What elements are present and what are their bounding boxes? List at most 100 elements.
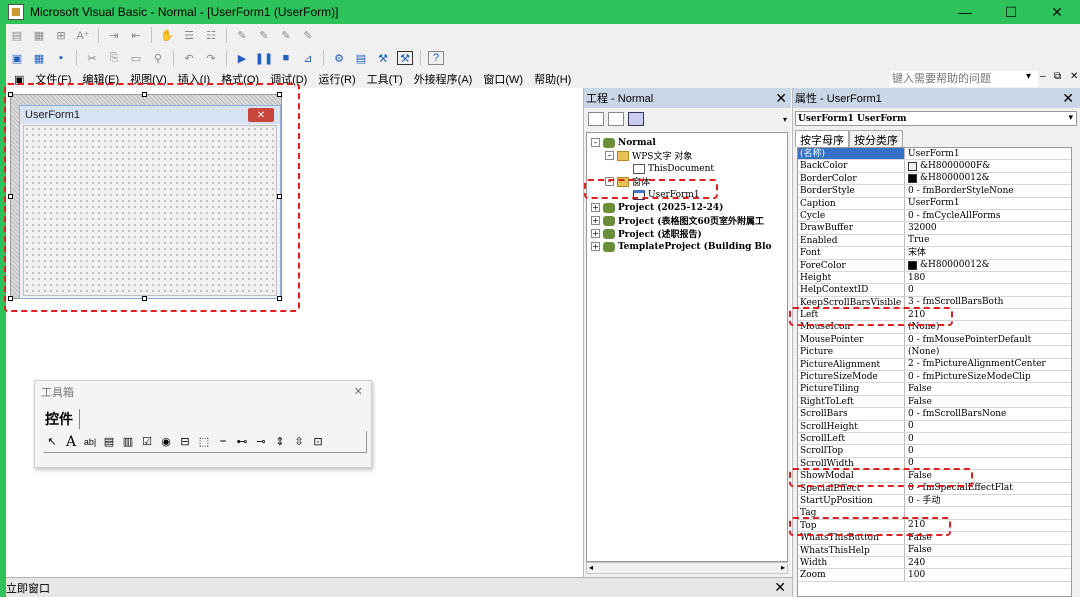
property-value[interactable]: 0 - fmPictureSizeModeClip xyxy=(905,371,1071,382)
property-value[interactable]: &H80000012& xyxy=(905,173,1071,184)
menu-addins[interactable]: 外接程序(A) xyxy=(414,71,473,87)
userform-canvas[interactable] xyxy=(23,125,277,296)
scroll-right-icon[interactable]: ▸ xyxy=(781,563,785,572)
menu-file[interactable]: 文件(F) xyxy=(35,71,71,87)
mdi-restore-icon[interactable]: ⧉ xyxy=(1054,71,1061,82)
property-value[interactable]: False xyxy=(905,532,1071,543)
minimize-button[interactable]: — xyxy=(942,0,988,24)
property-row[interactable]: BackColor &H8000000F& xyxy=(798,160,1071,173)
menu-view[interactable]: 视图(V) xyxy=(130,71,167,87)
toolbox-icon[interactable]: ⚒ xyxy=(397,51,413,65)
property-row[interactable]: WhatsThisHelp False xyxy=(798,544,1071,557)
expand-icon[interactable]: + xyxy=(591,229,600,238)
save-icon[interactable]: ▪ xyxy=(53,51,69,65)
word-view-icon[interactable]: ▣ xyxy=(14,73,24,86)
multipage-tool[interactable]: ⊸ xyxy=(252,433,270,451)
property-row[interactable]: StartUpPosition 0 - 手动 xyxy=(798,494,1071,508)
property-value[interactable]: 0 - fmBorderStyleNone xyxy=(905,185,1071,196)
property-row[interactable]: Zoom 100 xyxy=(798,569,1071,582)
property-value[interactable]: &H80000012& xyxy=(905,260,1071,271)
label-tool[interactable]: A xyxy=(62,433,80,451)
close-button[interactable]: ✕ xyxy=(1034,0,1080,24)
resize-handle[interactable] xyxy=(277,296,282,301)
tree-node-wps-objects[interactable]: – WPS文字 对象 xyxy=(605,149,692,162)
menu-run[interactable]: 运行(R) xyxy=(318,71,355,87)
paste-icon[interactable]: ▭ xyxy=(128,51,144,65)
design-mode-icon[interactable]: ⊿ xyxy=(300,51,316,65)
tree-node-project-report[interactable]: + Project (述职报告) xyxy=(591,227,702,240)
property-value[interactable]: True xyxy=(905,235,1071,246)
project-horizontal-scrollbar[interactable]: ◂ ▸ xyxy=(586,562,788,574)
property-row[interactable]: ShowModal False xyxy=(798,470,1071,483)
toolbox-window[interactable]: 工具箱 ✕ 控件 ↖ A ab| ▤ ▥ ☑ ◉ ⊟ ⬚ ⎯ ⊷ ⊸ ⇕ ⇳ ⊡ xyxy=(34,380,372,468)
toolbar-icon[interactable]: ▦ xyxy=(31,28,47,42)
mdi-close-icon[interactable]: ✕ xyxy=(1070,71,1078,82)
scrollbar-tool[interactable]: ⇕ xyxy=(271,433,289,451)
property-value[interactable]: 0 xyxy=(905,445,1071,456)
property-value[interactable]: False xyxy=(905,396,1071,407)
property-row[interactable]: (名称) UserForm1 xyxy=(798,148,1071,161)
property-value[interactable]: 2 - fmPictureAlignmentCenter xyxy=(905,359,1071,370)
redo-icon[interactable]: ↷ xyxy=(203,51,219,65)
combobox-tool[interactable]: ▤ xyxy=(100,433,118,451)
property-row[interactable]: ScrollLeft 0 xyxy=(798,432,1071,446)
property-row[interactable]: ScrollBars 0 - fmScrollBarsNone xyxy=(798,408,1071,421)
collapse-icon[interactable]: – xyxy=(591,138,600,147)
listbox-tool[interactable]: ▥ xyxy=(119,433,137,451)
mdi-minimize-icon[interactable]: – xyxy=(1040,71,1046,82)
comment-icon[interactable]: ☰ xyxy=(181,28,197,42)
property-row[interactable]: BorderStyle 0 - fmBorderStyleNone xyxy=(798,185,1071,198)
select-objects-tool[interactable]: ↖ xyxy=(43,433,61,451)
property-row[interactable]: ScrollTop 0 xyxy=(798,445,1071,458)
property-row[interactable]: MouseIcon (None) xyxy=(798,321,1071,334)
tree-node-template-project[interactable]: + TemplateProject (Building Blo xyxy=(591,240,772,253)
property-row[interactable]: Width 240 xyxy=(798,556,1071,570)
cut-icon[interactable]: ✂ xyxy=(84,51,100,65)
find-icon[interactable]: ⚲ xyxy=(150,51,166,65)
menu-format[interactable]: 格式(O) xyxy=(221,71,259,87)
breakpoint-icon[interactable]: ✋ xyxy=(159,28,175,42)
indent-icon[interactable]: ⇥ xyxy=(106,28,122,42)
property-row[interactable]: Enabled True xyxy=(798,234,1071,248)
run-icon[interactable]: ▶ xyxy=(234,51,250,65)
resize-handle[interactable] xyxy=(8,296,13,301)
chevron-down-icon[interactable]: ▾ xyxy=(1068,113,1073,123)
property-row[interactable]: ScrollWidth 0 xyxy=(798,457,1071,471)
property-row[interactable]: BorderColor &H80000012& xyxy=(798,172,1071,186)
expand-icon[interactable]: + xyxy=(591,216,600,225)
property-value[interactable]: 0 xyxy=(905,421,1071,432)
properties-window-icon[interactable]: ▤ xyxy=(353,51,369,65)
property-value[interactable]: 0 xyxy=(905,458,1071,469)
prev-bookmark-icon[interactable]: ✎ xyxy=(278,28,294,42)
expand-icon[interactable]: + xyxy=(591,203,600,212)
property-row[interactable]: ForeColor &H80000012& xyxy=(798,259,1071,272)
togglebutton-tool[interactable]: ⊟ xyxy=(176,433,194,451)
property-value[interactable]: False xyxy=(905,470,1071,481)
view-object-icon[interactable] xyxy=(608,112,624,126)
collapse-icon[interactable]: – xyxy=(605,177,614,186)
property-value[interactable]: (None) xyxy=(905,346,1071,357)
property-value[interactable]: 0 - 手动 xyxy=(905,495,1071,506)
resize-handle[interactable] xyxy=(142,92,147,97)
toggle-folders-icon[interactable] xyxy=(628,112,644,126)
property-row[interactable]: Left 210 xyxy=(798,309,1071,322)
toolbar-icon[interactable]: A⁺ xyxy=(75,28,91,42)
outdent-icon[interactable]: ⇤ xyxy=(128,28,144,42)
property-row[interactable]: WhatsThisButton False xyxy=(798,532,1071,545)
menu-help[interactable]: 帮助(H) xyxy=(534,71,571,87)
resize-handle[interactable] xyxy=(142,296,147,301)
menu-insert[interactable]: 插入(I) xyxy=(178,71,210,87)
reset-icon[interactable]: ■ xyxy=(278,51,294,65)
object-selector[interactable]: UserForm1 UserForm ▾ xyxy=(795,111,1077,126)
property-value[interactable]: 0 xyxy=(905,433,1071,444)
properties-close-icon[interactable]: ✕ xyxy=(1062,90,1074,107)
property-row[interactable]: MousePointer 0 - fmMousePointerDefault xyxy=(798,333,1071,347)
userform-window[interactable]: UserForm1 ✕ xyxy=(19,105,281,299)
property-row[interactable]: Picture (None) xyxy=(798,346,1071,359)
property-row[interactable]: Top 210 xyxy=(798,519,1071,533)
resize-handle[interactable] xyxy=(277,92,282,97)
bookmark-icon[interactable]: ✎ xyxy=(234,28,250,42)
image-tool[interactable]: ⊡ xyxy=(309,433,327,451)
property-row[interactable]: PictureTiling False xyxy=(798,383,1071,396)
toolbox-tab-controls[interactable]: 控件 xyxy=(45,409,80,429)
